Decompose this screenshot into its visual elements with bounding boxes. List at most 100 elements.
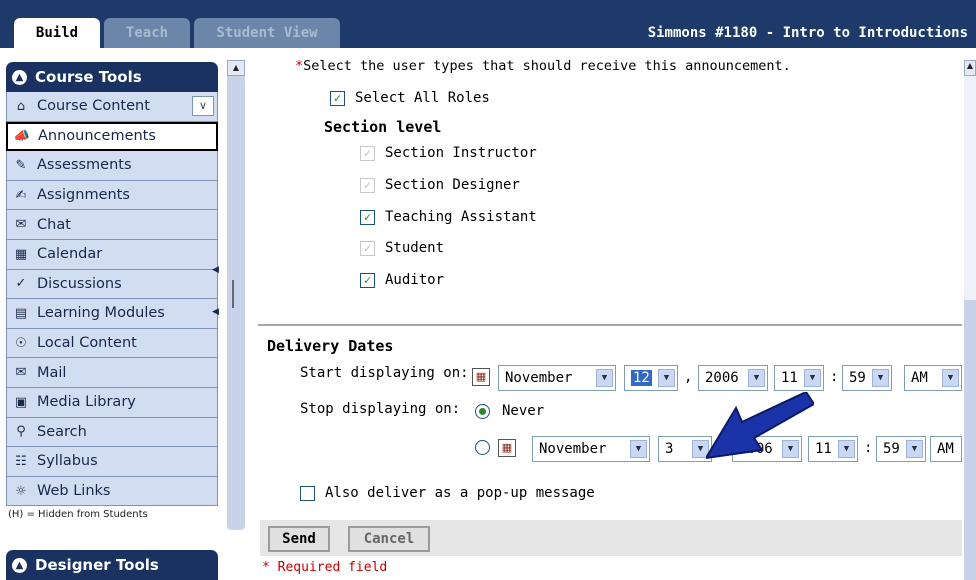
chevron-down-icon: ▼: [872, 369, 889, 387]
home-icon: ⌂: [16, 98, 26, 114]
role-label: Student: [385, 240, 445, 256]
sidebar-item-search[interactable]: ⚲ Search: [6, 417, 218, 448]
collapse-left-icon[interactable]: ◀: [212, 265, 219, 275]
course-tools-header[interactable]: ▲ Course Tools: [6, 62, 218, 92]
tab-student-view[interactable]: Student View: [194, 18, 340, 48]
course-title: Simmons #1180 - Intro to Introductions: [647, 25, 968, 41]
stop-minute-select[interactable]: 59 ▼: [876, 436, 926, 462]
mail-icon: ✉: [15, 365, 27, 381]
sidebar-item-chat[interactable]: ✉ Chat: [6, 210, 218, 240]
role-label: Section Designer: [385, 177, 520, 193]
start-month-select[interactable]: November ▼: [498, 365, 616, 391]
designer-tools-header[interactable]: ▲ Designer Tools: [6, 550, 218, 580]
tab-build[interactable]: Build: [14, 18, 100, 48]
main-scrollbar[interactable]: ▲: [964, 60, 976, 580]
sidebar-item-calendar[interactable]: ▦ Calendar: [6, 239, 218, 270]
sidebar-item-assignments[interactable]: ✍ Assignments: [6, 180, 218, 211]
stop-day-select[interactable]: 3 ▼: [658, 436, 712, 462]
stop-month-select[interactable]: November ▼: [532, 436, 650, 462]
role-label: Teaching Assistant: [385, 209, 537, 225]
sidebar-item-label: Course Content: [37, 98, 150, 115]
start-ampm-value: AM: [911, 370, 928, 386]
sidebar-item-label: Calendar: [37, 246, 103, 263]
role-row: ✓ Auditor: [360, 272, 444, 288]
chevron-down-icon: ▼: [838, 440, 855, 458]
sidebar-item-learning-modules[interactable]: ▤ Learning Modules: [6, 299, 218, 329]
student-checkbox: ✓: [360, 240, 375, 256]
collapse-up-icon[interactable]: ▲: [12, 557, 27, 573]
sidebar-item-syllabus[interactable]: ☷ Syllabus: [6, 447, 218, 477]
start-year-value: 2006: [705, 370, 739, 386]
start-minute-select[interactable]: 59 ▼: [842, 365, 892, 391]
collapse-up-icon[interactable]: ▲: [12, 69, 27, 85]
stop-month-value: November: [539, 441, 607, 457]
start-day-select[interactable]: 12 ▼: [624, 365, 678, 391]
resize-grip[interactable]: [232, 280, 234, 308]
sidebar-item-label: Web Links: [37, 483, 111, 500]
section-instructor-checkbox: ✓: [360, 145, 375, 161]
stop-ampm-value: AM: [937, 441, 954, 457]
never-label: Never: [502, 403, 545, 419]
popup-message-label: Also deliver as a pop-up message: [325, 485, 595, 501]
never-radio[interactable]: [475, 404, 490, 419]
sidebar-item-label: Media Library: [37, 394, 136, 411]
sidebar-item-label: Assignments: [37, 187, 130, 204]
scroll-up-icon[interactable]: ▲: [227, 60, 245, 76]
stop-ampm-select[interactable]: AM: [930, 436, 962, 462]
popup-message-checkbox[interactable]: [300, 485, 315, 501]
chevron-down-icon: ▼: [748, 369, 765, 387]
sidebar-item-label: Discussions: [37, 275, 122, 292]
stop-date-radio[interactable]: [475, 440, 490, 455]
colon-separator: :: [830, 369, 839, 385]
megaphone-icon: 📣: [13, 128, 31, 144]
start-minute-value: 59: [849, 370, 866, 386]
chevron-down-icon[interactable]: ∨: [192, 96, 214, 116]
stop-displaying-label: Stop displaying on:: [300, 401, 461, 417]
designer-tools-title: Designer Tools: [35, 556, 159, 574]
roles-prompt-text: Select the user types that should receiv…: [303, 58, 791, 74]
role-row: ✓ Teaching Assistant: [360, 209, 537, 225]
sidebar-item-web-links[interactable]: ☼ Web Links: [6, 476, 218, 507]
delivery-dates-title: Delivery Dates: [267, 337, 394, 355]
calendar-icon[interactable]: ▦: [472, 368, 490, 386]
auditor-checkbox[interactable]: ✓: [360, 272, 375, 288]
sidebar-item-course-content[interactable]: ⌂ Course Content ∨: [6, 92, 218, 122]
role-row: ✓ Student: [360, 240, 444, 256]
scroll-up-icon[interactable]: ▲: [964, 60, 976, 76]
calendar-icon: ▦: [14, 246, 28, 262]
hidden-from-students-note: (H) = Hidden from Students: [8, 509, 148, 521]
chevron-down-icon: ▼: [658, 369, 675, 387]
stop-hour-select[interactable]: 11 ▼: [808, 436, 858, 462]
start-month-value: November: [505, 370, 573, 386]
required-field-note: * Required field: [262, 560, 388, 575]
sidebar-item-discussions[interactable]: ✓ Discussions: [6, 269, 218, 300]
panel-collapse-strip[interactable]: ▲ ◀ ◀: [212, 60, 245, 530]
start-year-select[interactable]: 2006 ▼: [698, 365, 768, 391]
start-day-value: 12: [631, 370, 652, 386]
stop-hour-value: 11: [815, 441, 832, 457]
course-tools-title: Course Tools: [35, 68, 142, 86]
sidebar-item-media-library[interactable]: ▣ Media Library: [6, 387, 218, 418]
sidebar-item-local-content[interactable]: ☉ Local Content: [6, 328, 218, 359]
scrollbar-thumb[interactable]: [964, 300, 976, 580]
chevron-down-icon: ▼: [942, 369, 959, 387]
roles-prompt: *Select the user types that should recei…: [295, 58, 791, 74]
start-ampm-select[interactable]: AM ▼: [904, 365, 962, 391]
start-hour-value: 11: [781, 370, 798, 386]
collapse-left-icon[interactable]: ◀: [212, 307, 219, 317]
assignment-icon: ✍: [15, 187, 27, 203]
select-all-roles-label: Select All Roles: [355, 90, 490, 106]
tab-teach[interactable]: Teach: [104, 18, 190, 48]
sidebar-item-mail[interactable]: ✉ Mail: [6, 358, 218, 388]
sidebar-item-assessments[interactable]: ✎ Assessments: [6, 151, 218, 181]
media-library-icon: ▣: [14, 394, 28, 410]
cancel-button[interactable]: Cancel: [348, 526, 430, 552]
send-button[interactable]: Send: [268, 526, 330, 552]
start-hour-select[interactable]: 11 ▼: [774, 365, 824, 391]
annotation-arrow-icon: [706, 392, 814, 460]
role-label: Section Instructor: [385, 145, 537, 161]
sidebar-item-announcements[interactable]: 📣 Announcements: [6, 121, 218, 152]
calendar-icon[interactable]: ▦: [498, 439, 516, 457]
select-all-roles-checkbox[interactable]: ✓: [330, 90, 345, 106]
teaching-assistant-checkbox[interactable]: ✓: [360, 209, 375, 225]
